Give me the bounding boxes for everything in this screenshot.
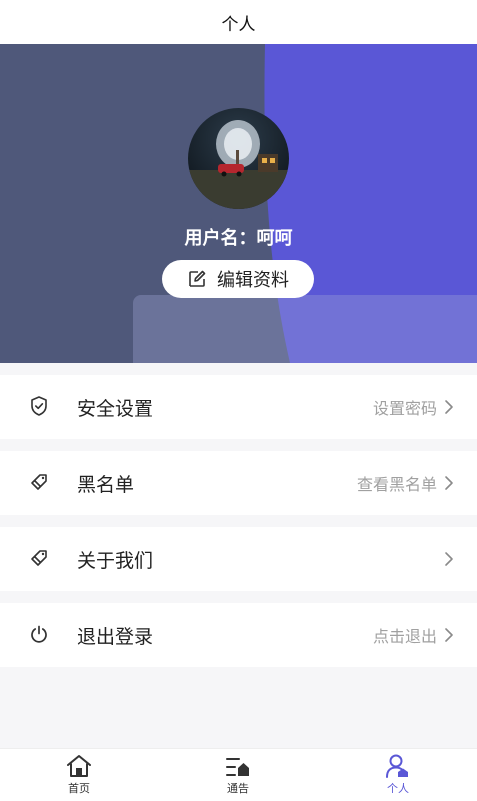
username-value: 呵呵 — [256, 228, 293, 249]
power-icon — [28, 623, 50, 645]
edit-icon — [189, 270, 206, 287]
edit-profile-label: 编辑资料 — [217, 270, 289, 291]
menu-item-value: 点击退出 — [372, 627, 437, 646]
avatar[interactable] — [188, 108, 289, 209]
person-icon — [386, 754, 408, 778]
bottom-tab-bar: 首页 通告 个人 — [0, 748, 477, 801]
menu-item-about[interactable]: 关于我们 — [0, 527, 477, 591]
shield-check-icon — [28, 395, 50, 417]
tag-icon — [28, 471, 50, 493]
tab-notice[interactable]: 通告 — [198, 749, 278, 801]
menu-item-value: 查看黑名单 — [356, 475, 437, 494]
notice-icon — [226, 758, 249, 776]
tab-label: 个人 — [387, 782, 409, 795]
menu-item-label: 退出登录 — [77, 625, 154, 648]
hero-card — [133, 295, 477, 363]
menu-item-security[interactable]: 安全设置 设置密码 — [0, 375, 477, 439]
chevron-right-icon — [445, 400, 453, 414]
top-bar: 个人 — [0, 0, 477, 44]
chevron-right-icon — [445, 628, 453, 642]
menu-item-label: 关于我们 — [77, 549, 154, 572]
tab-label: 通告 — [227, 782, 249, 795]
menu-item-blacklist[interactable]: 黑名单 查看黑名单 — [0, 451, 477, 515]
username-line: 用户名：呵呵 — [0, 224, 477, 250]
chevron-right-icon — [445, 552, 453, 566]
page-title: 个人 — [221, 14, 256, 35]
menu-item-label: 安全设置 — [77, 397, 154, 420]
menu-item-logout[interactable]: 退出登录 点击退出 — [0, 603, 477, 667]
tab-profile[interactable]: 个人 — [358, 749, 438, 801]
chevron-right-icon — [445, 476, 453, 490]
edit-profile-button[interactable]: 编辑资料 — [162, 260, 314, 298]
menu-item-label: 黑名单 — [77, 473, 135, 496]
tag-icon — [28, 547, 50, 569]
tab-home[interactable]: 首页 — [39, 749, 119, 801]
home-icon — [67, 755, 91, 777]
menu-item-value: 设置密码 — [372, 399, 437, 418]
username-label: 用户名： — [184, 228, 257, 249]
tab-label: 首页 — [68, 782, 90, 795]
